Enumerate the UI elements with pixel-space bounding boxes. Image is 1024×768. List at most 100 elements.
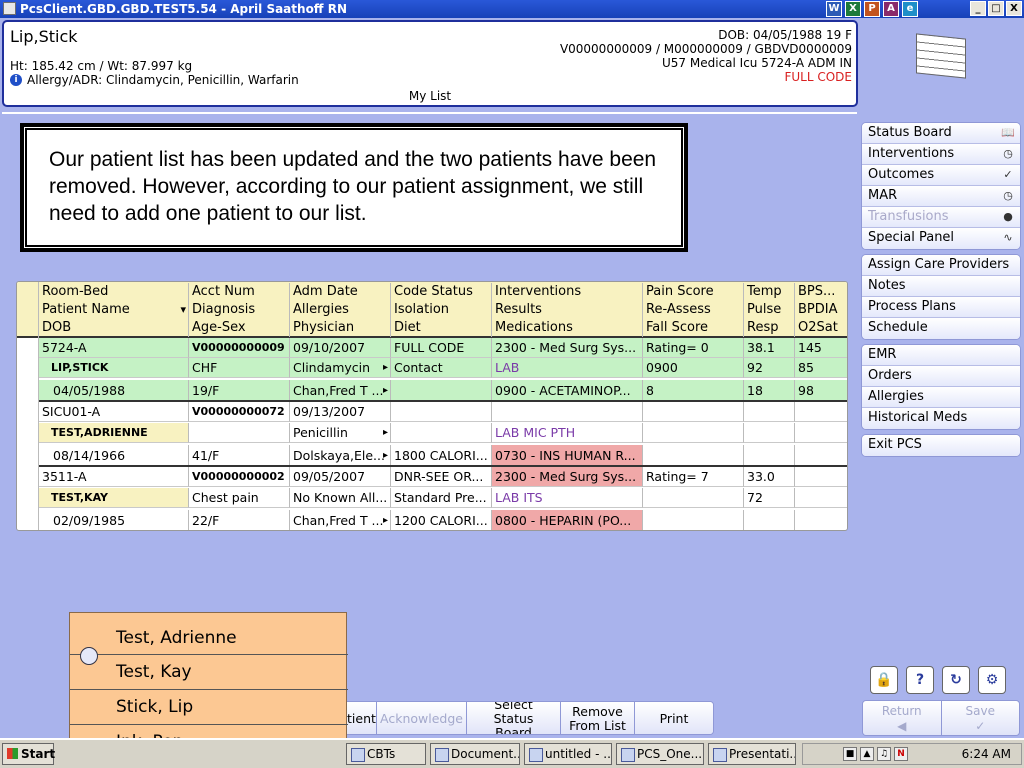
column-header[interactable]: Pain Score [643,283,744,301]
table-cell[interactable]: TEST,KAY [39,488,189,508]
table-cell[interactable] [643,510,744,530]
table-cell[interactable] [391,380,492,402]
radio-circle-icon[interactable] [80,647,98,665]
nav-orders[interactable]: Orders [862,366,1020,387]
table-cell[interactable]: 02/09/1985 [39,510,189,530]
table-cell[interactable]: V00000000002 [189,467,290,487]
nav-status-board[interactable]: Status Board 📖 [862,123,1020,144]
table-cell[interactable]: 0900 - ACETAMINOP... [492,380,643,402]
table-cell[interactable]: TEST,ADRIENNE [39,423,189,443]
nav-notes[interactable]: Notes [862,276,1020,297]
table-cell[interactable]: Chan,Fred T ... [290,380,391,402]
table-cell[interactable]: V00000000072 [189,402,290,422]
column-header[interactable]: Acct Num [189,283,290,301]
table-cell[interactable] [744,510,795,530]
table-cell[interactable]: Rating= 7 [643,467,744,487]
table-cell[interactable]: FULL CODE [391,338,492,358]
nav-special-panel[interactable]: Special Panel ∿ [862,228,1020,249]
column-header[interactable]: Adm Date [290,283,391,301]
internet-explorer-icon[interactable]: e [902,1,918,17]
table-cell[interactable]: LAB [492,358,643,378]
close-button[interactable]: X [1006,1,1022,16]
choice-item[interactable]: Stick, Lip [70,689,348,724]
table-cell[interactable]: 2300 - Med Surg Sys... [492,338,643,358]
choice-item[interactable]: Test, Kay [70,654,348,689]
column-header[interactable]: Temp [744,283,795,301]
table-cell[interactable] [795,510,847,530]
select-status-board-button[interactable]: Select Status Board [467,702,561,734]
help-icon[interactable]: ? [906,666,934,694]
table-cell[interactable]: 38.1 [744,338,795,358]
table-cell[interactable]: 0730 - INS HUMAN R... [492,445,643,467]
nav-process-plans[interactable]: Process Plans [862,297,1020,318]
excel-icon[interactable]: X [845,1,861,17]
table-cell[interactable] [744,423,795,443]
table-cell[interactable] [189,423,290,443]
print-button[interactable]: Print [635,702,713,734]
antivirus-icon[interactable]: N [894,747,908,761]
security-icon[interactable]: ▲ [860,747,874,761]
table-cell[interactable] [391,423,492,443]
column-header[interactable]: Pulse [744,301,795,319]
table-cell[interactable]: 0900 [643,358,744,378]
start-button[interactable]: Start [2,743,55,765]
task-pcs-one[interactable]: PCS_One... [616,743,704,765]
nav-exit-pcs[interactable]: Exit PCS [862,435,1020,456]
table-cell[interactable]: 8 [643,380,744,402]
remove-from-list-button[interactable]: Remove From List [561,702,635,734]
column-header[interactable]: BPS... [795,283,847,301]
table-cell[interactable]: 09/10/2007 [290,338,391,358]
table-cell[interactable]: 09/05/2007 [290,467,391,487]
table-cell[interactable]: 92 [744,358,795,378]
table-cell[interactable]: Chan,Fred T ... [290,510,391,530]
table-cell[interactable]: 145 [795,338,847,358]
powerpoint-icon[interactable]: P [864,1,880,17]
lock-icon[interactable]: 🔒 [870,666,898,694]
nav-mar[interactable]: MAR ◷ [862,186,1020,207]
table-cell[interactable] [795,488,847,508]
column-header[interactable]: Isolation [391,301,492,319]
table-cell[interactable]: 33.0 [744,467,795,487]
table-cell[interactable]: 72 [744,488,795,508]
task-presentation[interactable]: Presentati... [708,743,796,765]
table-cell[interactable]: Clindamycin [290,358,391,378]
table-grid-icon[interactable] [916,33,966,79]
column-header[interactable]: O2Sat [795,319,847,337]
task-document[interactable]: Document... [430,743,520,765]
table-cell[interactable]: 5724-A [39,338,189,358]
table-cell[interactable] [795,445,847,467]
table-cell[interactable]: 2300 - Med Surg Sys... [492,467,643,487]
table-cell[interactable]: CHF [189,358,290,378]
table-cell[interactable]: LIP,STICK [39,358,189,378]
nav-schedule[interactable]: Schedule [862,318,1020,339]
network-icon[interactable]: ■ [843,747,857,761]
column-header[interactable]: DOB [39,319,189,337]
nav-interventions[interactable]: Interventions ◷ [862,144,1020,165]
nav-assign-care-providers[interactable]: Assign Care Providers [862,255,1020,276]
table-cell[interactable] [744,402,795,422]
table-cell[interactable]: Dolskaya,Ele... [290,445,391,467]
nav-allergies[interactable]: Allergies [862,387,1020,408]
table-cell[interactable]: 04/05/1988 [39,380,189,402]
nav-historical-meds[interactable]: Historical Meds [862,408,1020,429]
table-cell[interactable]: 98 [795,380,847,402]
word-icon[interactable]: W [826,1,842,17]
table-cell[interactable]: 09/13/2007 [290,402,391,422]
column-header[interactable]: Physician [290,319,391,337]
table-cell[interactable] [795,402,847,422]
access-icon[interactable]: A [883,1,899,17]
table-cell[interactable]: 22/F [189,510,290,530]
table-cell[interactable] [492,402,643,422]
table-cell[interactable]: SICU01-A [39,402,189,422]
refresh-icon[interactable]: ↻ [942,666,970,694]
minimize-button[interactable]: _ [970,1,986,16]
column-header[interactable]: Code Status [391,283,492,301]
table-cell[interactable]: Contact [391,358,492,378]
table-cell[interactable] [643,423,744,443]
table-cell[interactable] [391,402,492,422]
column-header[interactable]: Age-Sex [189,319,290,337]
task-cbts[interactable]: CBTs [346,743,426,765]
column-header[interactable]: Medications [492,319,643,337]
column-header[interactable]: Results [492,301,643,319]
table-cell[interactable] [643,488,744,508]
